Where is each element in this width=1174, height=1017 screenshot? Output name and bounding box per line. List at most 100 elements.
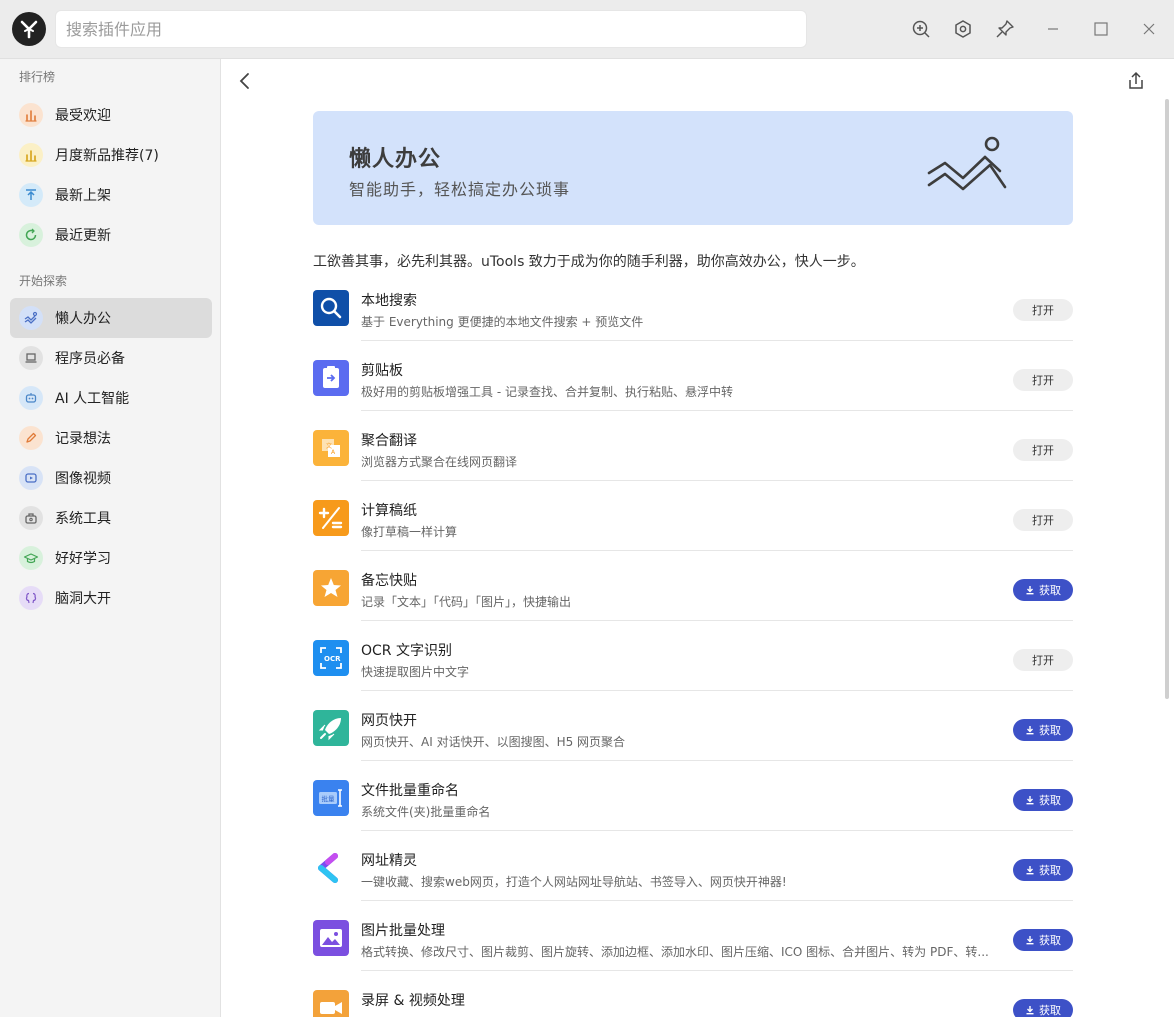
close-icon[interactable] bbox=[1137, 17, 1161, 41]
get-button[interactable]: 获取 bbox=[1013, 929, 1073, 951]
plugin-name[interactable]: 文件批量重命名 bbox=[361, 780, 459, 800]
sidebar-item-label: 月度新品推荐(7) bbox=[55, 148, 159, 164]
minimize-icon[interactable] bbox=[1041, 17, 1065, 41]
plugin-row[interactable]: 剪贴板 极好用的剪贴板增强工具 - 记录查找、合并复制、执行粘贴、悬浮中转 打开 bbox=[313, 360, 1073, 430]
translate-icon[interactable]: 文A bbox=[313, 430, 349, 466]
get-button[interactable]: 获取 bbox=[1013, 579, 1073, 601]
plugin-row[interactable]: 录屏 & 视频处理获取 bbox=[313, 990, 1073, 1017]
video-camera-icon[interactable] bbox=[313, 990, 349, 1017]
plugin-description: 基于 Everything 更便捷的本地文件搜索 + 预览文件 bbox=[361, 315, 644, 329]
ocr-scan-icon[interactable]: OCR bbox=[313, 640, 349, 676]
plugin-row[interactable]: 网址精灵一键收藏、搜索web网页，打造个人网站网址导航站、书签导入、网页快开神器… bbox=[313, 850, 1073, 920]
upload-icon bbox=[19, 183, 43, 207]
plugin-name[interactable]: 计算稿纸 bbox=[361, 500, 417, 520]
main-panel: 懒人办公 智能助手，轻松搞定办公琐事 工欲善其事，必先利其器。uTools 致力… bbox=[221, 59, 1174, 1017]
share-icon bbox=[1129, 71, 1143, 89]
sidebar-item-label: AI 人工智能 bbox=[55, 391, 130, 407]
sidebar-item-explore-6[interactable]: 好好学习 bbox=[10, 538, 212, 578]
scrollbar[interactable] bbox=[1165, 99, 1169, 699]
sidebar-item-explore-7[interactable]: 脑洞大开 bbox=[10, 578, 212, 618]
search-input[interactable] bbox=[55, 10, 807, 48]
sidebar-item-ranking-3[interactable]: 最近更新 bbox=[10, 215, 212, 255]
sidebar-item-explore-2[interactable]: AI 人工智能 bbox=[10, 378, 212, 418]
sidebar-item-explore-0[interactable]: 懒人办公 bbox=[10, 298, 212, 338]
sidebar-item-explore-3[interactable]: 记录想法 bbox=[10, 418, 212, 458]
share-button[interactable] bbox=[1124, 69, 1148, 93]
calculator-icon[interactable] bbox=[313, 500, 349, 536]
refresh-icon bbox=[19, 223, 43, 247]
plugin-description: 一键收藏、搜索web网页，打造个人网站网址导航站、书签导入、网页快开神器! bbox=[361, 875, 787, 889]
divider bbox=[361, 480, 1073, 481]
get-button-label: 获取 bbox=[1039, 1004, 1061, 1017]
sidebar-item-label: 最受欢迎 bbox=[55, 108, 111, 124]
zoom-in-icon[interactable] bbox=[909, 17, 933, 41]
get-button-label: 获取 bbox=[1039, 724, 1061, 737]
plugin-description: 快速提取图片中文字 bbox=[361, 665, 470, 679]
plugin-row[interactable]: OCR OCR 文字识别快速提取图片中文字 打开 bbox=[313, 640, 1073, 710]
plugin-row[interactable]: 计算稿纸 像打草稿一样计算 打开 bbox=[313, 500, 1073, 570]
download-icon bbox=[1025, 795, 1035, 805]
utools-logo-icon[interactable] bbox=[12, 12, 46, 46]
get-button[interactable]: 获取 bbox=[1013, 789, 1073, 811]
sidebar-item-ranking-0[interactable]: 最受欢迎 bbox=[10, 95, 212, 135]
open-button[interactable]: 打开 bbox=[1013, 439, 1073, 461]
toolbox-icon bbox=[19, 506, 43, 530]
plugin-name[interactable]: OCR 文字识别 bbox=[361, 640, 452, 660]
graduation-cap-icon bbox=[19, 546, 43, 570]
sidebar-item-ranking-1[interactable]: 月度新品推荐(7) bbox=[10, 135, 212, 175]
plugin-name[interactable]: 备忘快贴 bbox=[361, 570, 417, 590]
divider bbox=[361, 830, 1073, 831]
plugin-name[interactable]: 聚合翻译 bbox=[361, 430, 417, 450]
sidebar-item-explore-4[interactable]: 图像视频 bbox=[10, 458, 212, 498]
pin-icon[interactable] bbox=[993, 17, 1017, 41]
plugin-row[interactable]: 文 A 聚合翻译浏览器方式聚合在线网页翻译 打开 bbox=[313, 430, 1073, 500]
divider bbox=[361, 620, 1073, 621]
plugin-row[interactable]: 批量 文件批量重命名 系统文件(夹)批量重命名 获取 bbox=[313, 780, 1073, 850]
sidebar-item-ranking-2[interactable]: 最新上架 bbox=[10, 175, 212, 215]
sidebar-item-label: 最近更新 bbox=[55, 228, 111, 244]
settings-icon[interactable] bbox=[951, 17, 975, 41]
sidebar-item-explore-5[interactable]: 系统工具 bbox=[10, 498, 212, 538]
get-button-label: 获取 bbox=[1039, 864, 1061, 877]
open-button[interactable]: 打开 bbox=[1013, 649, 1073, 671]
plugin-row[interactable]: 备忘快贴 记录「文本」「代码」「图片」，快捷输出 获取 bbox=[313, 570, 1073, 640]
plugin-name[interactable]: 网页快开 bbox=[361, 710, 417, 730]
plugin-name[interactable]: 图片批量处理 bbox=[361, 920, 445, 940]
bar-chart-icon bbox=[19, 143, 43, 167]
plugin-row[interactable]: 本地搜索基于 Everything 更便捷的本地文件搜索 + 预览文件 打开 bbox=[313, 290, 1073, 360]
intro-text: 工欲善其事，必先利其器。uTools 致力于成为你的随手利器，助你高效办公，快人… bbox=[313, 254, 865, 270]
laptop-icon bbox=[19, 346, 43, 370]
title-bar bbox=[0, 0, 1174, 59]
maximize-icon[interactable] bbox=[1089, 17, 1113, 41]
download-icon bbox=[1025, 935, 1035, 945]
chevron-logo-icon[interactable] bbox=[313, 850, 349, 886]
get-button[interactable]: 获取 bbox=[1013, 859, 1073, 881]
star-note-icon[interactable] bbox=[313, 570, 349, 606]
image-icon[interactable] bbox=[313, 920, 349, 956]
section-title-explore: 开始探索 bbox=[19, 274, 68, 288]
get-button[interactable]: 获取 bbox=[1013, 719, 1073, 741]
clipboard-icon[interactable] bbox=[313, 360, 349, 396]
brain-icon bbox=[19, 586, 43, 610]
back-button[interactable] bbox=[233, 69, 257, 93]
divider bbox=[361, 970, 1073, 971]
category-banner: 懒人办公 智能助手，轻松搞定办公琐事 bbox=[313, 111, 1073, 225]
divider bbox=[361, 340, 1073, 341]
plugin-row[interactable]: 网页快开 网页快开、AI 对话快开、以图搜图、H5 网页聚合 获取 bbox=[313, 710, 1073, 780]
plugin-name[interactable]: 录屏 & 视频处理 bbox=[361, 990, 465, 1010]
plugin-name[interactable]: 剪贴板 bbox=[361, 360, 403, 380]
open-button[interactable]: 打开 bbox=[1013, 299, 1073, 321]
sidebar-item-explore-1[interactable]: 程序员必备 bbox=[10, 338, 212, 378]
magnifier-icon[interactable] bbox=[313, 290, 349, 326]
plugin-name[interactable]: 本地搜索 bbox=[361, 290, 417, 310]
rocket-icon[interactable] bbox=[313, 710, 349, 746]
plugin-row[interactable]: 图片批量处理 格式转换、修改尺寸、图片裁剪、图片旋转、添加边框、添加水印、图片压缩… bbox=[313, 920, 1073, 990]
bar-chart-icon bbox=[19, 103, 43, 127]
get-button[interactable]: 获取 bbox=[1013, 999, 1073, 1017]
plugin-name[interactable]: 网址精灵 bbox=[361, 850, 417, 870]
sidebar-item-label: 图像视频 bbox=[55, 471, 111, 487]
plugin-description: 浏览器方式聚合在线网页翻译 bbox=[361, 455, 518, 469]
open-button[interactable]: 打开 bbox=[1013, 509, 1073, 531]
rename-icon[interactable]: 批量 bbox=[313, 780, 349, 816]
open-button[interactable]: 打开 bbox=[1013, 369, 1073, 391]
